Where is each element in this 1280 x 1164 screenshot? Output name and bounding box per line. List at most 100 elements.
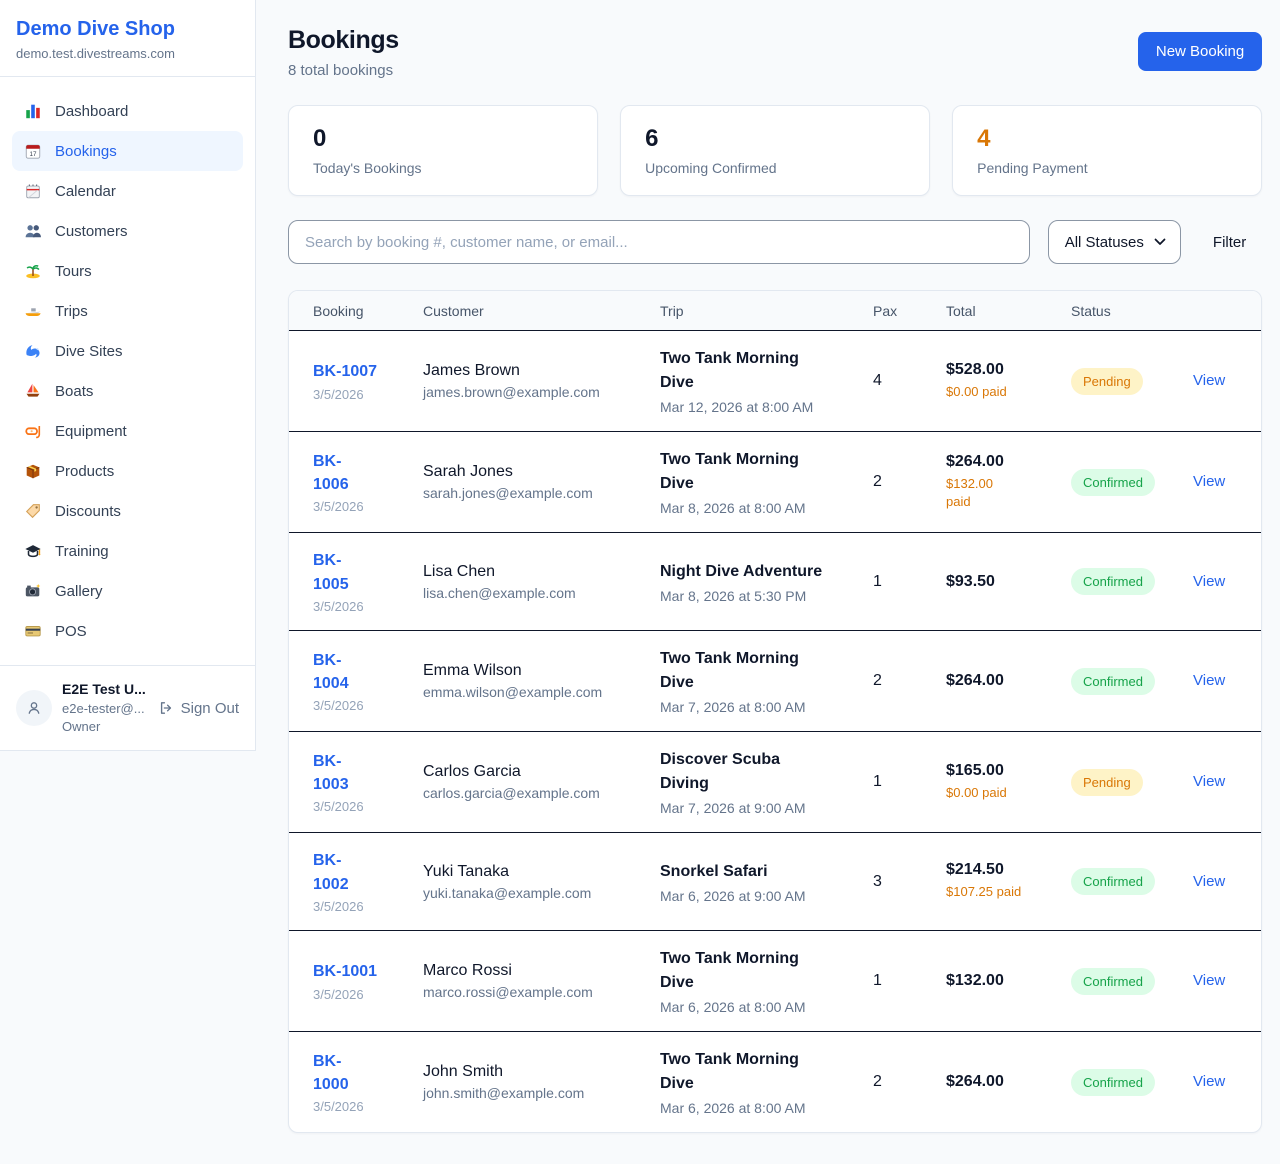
sidebar-item-pos[interactable]: POS xyxy=(12,611,243,651)
booking-id-link[interactable]: BK- 1003 xyxy=(313,750,349,796)
sidebar: Demo Dive Shop demo.test.divestreams.com… xyxy=(0,0,256,751)
user-meta: E2E Test U... e2e-tester@... Owner xyxy=(62,681,146,735)
view-link[interactable]: View xyxy=(1193,972,1225,989)
trip-time: Mar 6, 2026 at 8:00 AM xyxy=(660,999,861,1015)
brand-domain: demo.test.divestreams.com xyxy=(16,46,239,61)
booking-id-link[interactable]: BK- 1005 xyxy=(313,549,349,595)
new-booking-button[interactable]: New Booking xyxy=(1138,32,1262,71)
booking-id-link[interactable]: BK- 1006 xyxy=(313,450,349,496)
status-select-value: All Statuses xyxy=(1065,234,1144,251)
sidebar-item-customers[interactable]: Customers xyxy=(12,211,243,251)
booking-id-link[interactable]: BK-1001 xyxy=(313,960,377,983)
search-input[interactable] xyxy=(288,220,1030,264)
status-badge: Confirmed xyxy=(1071,968,1155,995)
sidebar-item-label: Calendar xyxy=(55,183,116,200)
total-amount: $264.00 xyxy=(946,453,1059,471)
trip-time: Mar 6, 2026 at 8:00 AM xyxy=(660,1100,861,1116)
view-link[interactable]: View xyxy=(1193,773,1225,790)
sign-out-label: Sign Out xyxy=(181,700,239,717)
table-header: Booking Customer Trip Pax Total Status xyxy=(289,291,1261,331)
filters-row: All Statuses Filter xyxy=(288,220,1262,264)
pax-count: 1 xyxy=(873,573,946,591)
page-header: Bookings 8 total bookings New Booking xyxy=(288,26,1262,79)
trip-time: Mar 7, 2026 at 8:00 AM xyxy=(660,699,861,715)
total-amount: $264.00 xyxy=(946,1073,1059,1091)
customer-email: emma.wilson@example.com xyxy=(423,684,648,700)
speedboat-icon xyxy=(24,302,42,320)
page-subtitle: 8 total bookings xyxy=(288,62,399,79)
sidebar-item-label: Gallery xyxy=(55,583,103,600)
stat-value: 4 xyxy=(977,125,1237,153)
sidebar-item-dive-sites[interactable]: Dive Sites xyxy=(12,331,243,371)
trip-name: Two Tank Morning Dive xyxy=(660,448,861,496)
column-header-customer: Customer xyxy=(423,291,660,330)
sidebar-item-training[interactable]: Training xyxy=(12,531,243,571)
camera-icon xyxy=(24,582,42,600)
sidebar-item-discounts[interactable]: Discounts xyxy=(12,491,243,531)
island-icon xyxy=(24,262,42,280)
pax-count: 2 xyxy=(873,473,946,491)
person-icon xyxy=(24,698,44,718)
trip-name: Discover Scuba Diving xyxy=(660,748,861,796)
booking-date: 3/5/2026 xyxy=(313,387,411,402)
booking-date: 3/5/2026 xyxy=(313,599,411,614)
stats-row: 0 Today's Bookings 6 Upcoming Confirmed … xyxy=(288,105,1262,196)
user-email: e2e-tester@... xyxy=(62,701,146,717)
view-link[interactable]: View xyxy=(1193,1073,1225,1090)
sidebar-item-gallery[interactable]: Gallery xyxy=(12,571,243,611)
table-row: BK- 10023/5/2026 Yuki Tanakayuki.tanaka@… xyxy=(289,833,1261,931)
pax-count: 2 xyxy=(873,672,946,690)
view-link[interactable]: View xyxy=(1193,573,1225,590)
paid-amount: $0.00 paid xyxy=(946,784,1059,802)
tag-icon xyxy=(24,502,42,520)
sidebar-item-label: POS xyxy=(55,623,87,640)
customer-email: lisa.chen@example.com xyxy=(423,585,648,601)
svg-text:17: 17 xyxy=(29,151,37,158)
sidebar-item-trips[interactable]: Trips xyxy=(12,291,243,331)
sidebar-item-calendar[interactable]: Calendar xyxy=(12,171,243,211)
view-link[interactable]: View xyxy=(1193,473,1225,490)
bookings-table: Booking Customer Trip Pax Total Status B… xyxy=(288,290,1262,1133)
table-row: BK- 10063/5/2026 Sarah Jonessarah.jones@… xyxy=(289,432,1261,533)
table-row: BK- 10033/5/2026 Carlos Garciacarlos.gar… xyxy=(289,732,1261,833)
status-badge: Confirmed xyxy=(1071,1069,1155,1096)
sign-out-button[interactable]: Sign Out xyxy=(158,700,239,717)
customer-name: Emma Wilson xyxy=(423,662,648,680)
sidebar-item-boats[interactable]: Boats xyxy=(12,371,243,411)
filter-button[interactable]: Filter xyxy=(1197,234,1262,251)
stat-card-pending-payment: 4 Pending Payment xyxy=(952,105,1262,196)
column-header-booking: Booking xyxy=(313,291,423,330)
sidebar-item-equipment[interactable]: Equipment xyxy=(12,411,243,451)
sidebar-item-tours[interactable]: Tours xyxy=(12,251,243,291)
view-link[interactable]: View xyxy=(1193,672,1225,689)
total-amount: $93.50 xyxy=(946,573,1059,591)
pax-count: 2 xyxy=(873,1073,946,1091)
sidebar-item-label: Discounts xyxy=(55,503,121,520)
total-amount: $214.50 xyxy=(946,861,1059,879)
status-select[interactable]: All Statuses xyxy=(1048,220,1181,264)
sidebar-item-bookings[interactable]: 17 Bookings xyxy=(12,131,243,171)
trip-name: Two Tank Morning Dive xyxy=(660,1048,861,1096)
table-row: BK- 10003/5/2026 John Smithjohn.smith@ex… xyxy=(289,1032,1261,1132)
sidebar-item-products[interactable]: Products xyxy=(12,451,243,491)
booking-id-link[interactable]: BK- 1004 xyxy=(313,649,349,695)
view-link[interactable]: View xyxy=(1193,372,1225,389)
total-amount: $264.00 xyxy=(946,672,1059,690)
pax-count: 4 xyxy=(873,372,946,390)
wave-icon xyxy=(24,342,42,360)
bar-chart-icon xyxy=(24,102,42,120)
status-badge: Confirmed xyxy=(1071,469,1155,496)
sidebar-item-label: Trips xyxy=(55,303,88,320)
sidebar-item-label: Boats xyxy=(55,383,93,400)
sidebar-item-dashboard[interactable]: Dashboard xyxy=(12,91,243,131)
booking-id-link[interactable]: BK- 1000 xyxy=(313,1050,349,1096)
customer-name: Lisa Chen xyxy=(423,563,648,581)
total-amount: $132.00 xyxy=(946,972,1059,990)
trip-name: Two Tank Morning Dive xyxy=(660,347,861,395)
column-header-pax: Pax xyxy=(873,291,946,330)
booking-date: 3/5/2026 xyxy=(313,799,411,814)
view-link[interactable]: View xyxy=(1193,873,1225,890)
booking-id-link[interactable]: BK-1007 xyxy=(313,360,377,383)
booking-id-link[interactable]: BK- 1002 xyxy=(313,849,349,895)
stat-card-todays-bookings: 0 Today's Bookings xyxy=(288,105,598,196)
